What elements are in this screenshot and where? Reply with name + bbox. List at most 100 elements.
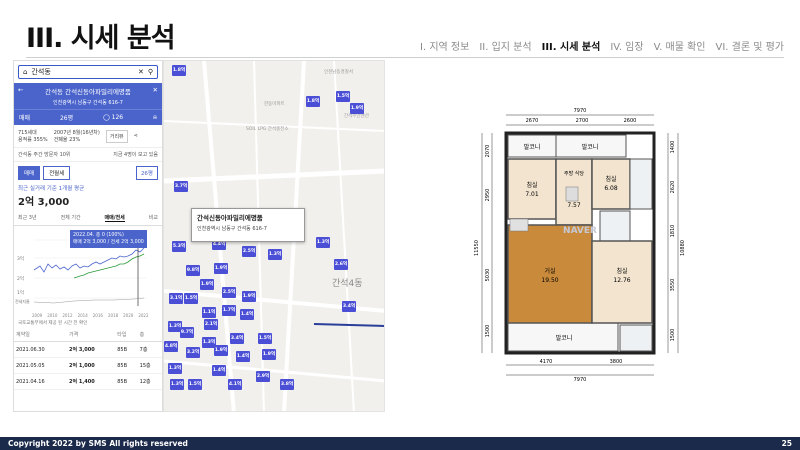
- dim-left-total: 11550: [474, 240, 480, 256]
- street-view-button[interactable]: 거리뷰: [105, 129, 128, 143]
- bell-icon[interactable]: ⍾: [153, 114, 157, 122]
- complex-header: ← 간석동 간석신동아파밀리에명품 ✕ 인천광역시 남동구 간석동 616-7: [14, 83, 162, 109]
- axis-label: 전세지율: [15, 298, 30, 304]
- deal-type-select[interactable]: 매매: [19, 113, 30, 122]
- avg-price: 2억 3,000: [18, 197, 70, 208]
- year-tick: 2009: [32, 313, 43, 318]
- price-pin[interactable]: 9.7억: [180, 327, 194, 338]
- size-select[interactable]: 26평: [60, 113, 73, 122]
- page-number: 25: [781, 439, 792, 448]
- cell: 85B: [115, 373, 138, 390]
- table-row[interactable]: 2021.05.05 2억 1,000 85B 15층: [14, 357, 162, 374]
- price-pin[interactable]: 1.3억: [170, 379, 184, 390]
- price-pin[interactable]: 1.5억: [258, 333, 272, 344]
- slide-title: III. 시세 분석: [26, 23, 176, 54]
- price-pin[interactable]: 1.5억: [184, 293, 198, 304]
- nav-item: II. 입지 분석: [479, 42, 532, 53]
- complex-map-card[interactable]: 간석신동아파밀리에명품 인천광역시 남동구 간석동 616-7: [191, 208, 305, 242]
- dim-bottom-total: 7970: [574, 377, 587, 383]
- year-tick: 2010: [47, 313, 58, 318]
- price-pin[interactable]: 2.9억: [256, 371, 270, 382]
- tab-lease[interactable]: 전월세: [43, 166, 71, 180]
- tab-3y[interactable]: 최근 3년: [18, 214, 37, 222]
- price-pin[interactable]: 2.5억: [242, 246, 256, 257]
- price-pin[interactable]: 1.9억: [242, 291, 256, 302]
- room-bedroom: [507, 158, 557, 220]
- price-pin[interactable]: 3.4억: [342, 301, 356, 312]
- price-pin[interactable]: 1.9억: [214, 345, 228, 356]
- search-icon[interactable]: ⚲: [148, 68, 153, 76]
- section-nav: I. 지역 정보 II. 입지 분석 III. 시세 분석 IV. 임장 V. …: [420, 38, 784, 53]
- price-pin[interactable]: 1.1억: [202, 307, 216, 318]
- price-pin[interactable]: 1.9억: [262, 349, 276, 360]
- price-pin[interactable]: 1.3억: [268, 249, 282, 260]
- price-pin[interactable]: 4.1억: [228, 379, 242, 390]
- complex-name: 간석동 간석신동아파밀리에명품: [45, 88, 131, 96]
- dim-right: 1810: [670, 225, 676, 238]
- axis-label: 3억: [17, 255, 24, 262]
- room-area: 19.50: [541, 277, 558, 284]
- price-pin[interactable]: 3.7억: [174, 181, 188, 192]
- price-pin[interactable]: 1.4억: [236, 351, 250, 362]
- map-poi-label: SOIL LPG 간석충전소: [246, 127, 289, 132]
- price-pin[interactable]: 1.3억: [316, 237, 330, 248]
- households: 715세대: [18, 130, 37, 136]
- share-icon[interactable]: ⋖: [134, 133, 138, 139]
- year-tick: 2022: [138, 313, 149, 318]
- cell: 12층: [137, 373, 162, 390]
- map-poi-label: 한동아파트: [264, 102, 285, 107]
- price-pin[interactable]: 1.7억: [222, 305, 236, 316]
- dim-top: 2700: [576, 118, 589, 124]
- price-pin[interactable]: 4.8억: [164, 341, 178, 352]
- price-pin[interactable]: 1.9억: [214, 263, 228, 274]
- size-dropdown[interactable]: 26평: [135, 166, 158, 180]
- dim-top-total: 7970: [574, 108, 587, 114]
- dim-left: 1500: [485, 325, 491, 338]
- back-icon[interactable]: ←: [18, 86, 23, 96]
- room-label: 침실: [526, 181, 537, 189]
- price-pin[interactable]: 2.1억: [204, 319, 218, 330]
- tab-all[interactable]: 전체 기간: [61, 214, 81, 222]
- price-pin[interactable]: 9.8억: [186, 265, 200, 276]
- price-pin[interactable]: 1.3억: [168, 363, 182, 374]
- cell: 2021.06.30: [14, 341, 68, 358]
- room-bathroom: [599, 210, 631, 242]
- entrance: [509, 218, 529, 232]
- floor-plan: 7970 2670 2700 2600 11550 2070 2950 5030…: [474, 108, 686, 383]
- price-pin[interactable]: 1.9억: [200, 279, 214, 290]
- price-pin[interactable]: 1.8억: [172, 65, 186, 76]
- price-pin[interactable]: 3.4억: [230, 333, 244, 344]
- price-pin[interactable]: 3.2억: [186, 347, 200, 358]
- price-pin[interactable]: 1.9억: [350, 103, 364, 114]
- tab-compare[interactable]: 비교: [149, 214, 158, 222]
- table-row[interactable]: 2021.06.30 2억 3,000 85B 7층: [14, 341, 162, 358]
- search-bar[interactable]: ⌂ 간석동 ✕ ⚲: [18, 65, 158, 79]
- price-pin[interactable]: 1.4억: [212, 365, 226, 376]
- dim-left: 5030: [485, 269, 491, 282]
- price-pin[interactable]: 1.4억: [240, 309, 254, 320]
- comment-count[interactable]: ◯ 126: [103, 114, 123, 121]
- comment-icon: ◯: [103, 114, 110, 121]
- floor-ratio: 용적률 355%: [18, 137, 48, 143]
- search-input[interactable]: 간석동: [31, 67, 134, 77]
- price-pin[interactable]: 5.3억: [172, 241, 186, 252]
- close-icon[interactable]: ✕: [153, 86, 158, 96]
- price-pin[interactable]: 3.1억: [169, 293, 183, 304]
- close-icon[interactable]: ✕: [138, 68, 144, 76]
- price-pin[interactable]: 1.8억: [306, 96, 320, 107]
- price-pin[interactable]: 2.6억: [334, 259, 348, 270]
- price-pin[interactable]: 1.5억: [336, 91, 350, 102]
- price-pin[interactable]: 3.8억: [280, 379, 294, 390]
- room-label: 거실: [544, 267, 555, 275]
- price-pin[interactable]: 2.5억: [222, 287, 236, 298]
- dim-top: 2600: [624, 118, 637, 124]
- trade-table: 계약일 가격 타입 층 2021.06.30 2억 3,000 85B 7층 2021…: [14, 328, 162, 390]
- chart-tooltip: 2022.04. 층 0 (100%) 매매 2억 3,000 / 전세 2억 …: [70, 230, 147, 248]
- room-label: 주방 식당: [564, 170, 584, 177]
- tab-sale-lease[interactable]: 매매/전세: [104, 214, 125, 222]
- home-icon[interactable]: ⌂: [23, 68, 27, 76]
- tab-sale[interactable]: 매매: [18, 166, 41, 180]
- price-pin[interactable]: 1.5억: [188, 379, 202, 390]
- map-view[interactable]: 간석4동 한동아파트 SOIL LPG 간석충전소 간석주안맨션 인천남동경찰서…: [163, 60, 385, 412]
- table-row[interactable]: 2021.04.16 2억 1,400 85B 12층: [14, 373, 162, 390]
